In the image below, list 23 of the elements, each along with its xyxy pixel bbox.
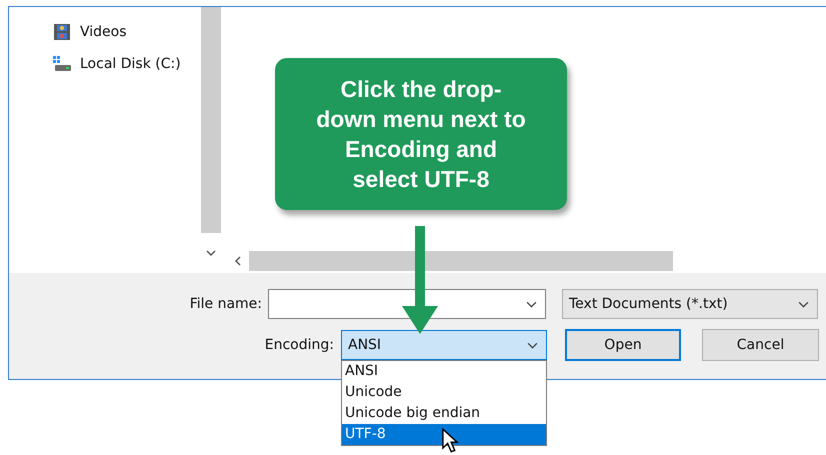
callout-text: Click the drop-down menu next to Encoding and select UTF-8	[315, 75, 527, 194]
encoding-option[interactable]: Unicode	[342, 382, 546, 403]
nav-item[interactable]: Local Disk (C:)	[53, 55, 201, 73]
dialog-button[interactable]: Cancel	[702, 329, 819, 361]
file-type-dropdown[interactable]: Text Documents (*.txt)	[562, 289, 818, 319]
chevron-down-icon	[798, 300, 809, 308]
film-icon	[53, 23, 71, 41]
scroll-down-icon[interactable]	[206, 250, 216, 256]
encoding-option[interactable]: ANSI	[342, 361, 546, 382]
nav-item[interactable]: Videos	[53, 23, 201, 41]
file-name-label: File name:	[188, 296, 262, 312]
encoding-label: Encoding:	[264, 337, 334, 353]
encoding-option[interactable]: UTF-8	[342, 424, 546, 445]
encoding-dropdown[interactable]: ANSI	[341, 330, 547, 360]
scrollbar-thumb[interactable]	[249, 251, 673, 271]
drive-icon	[53, 55, 71, 73]
file-name-field[interactable]	[268, 289, 546, 319]
chevron-down-icon	[527, 342, 538, 348]
scrollbar-track[interactable]	[201, 7, 221, 233]
scroll-left-icon[interactable]	[235, 256, 241, 266]
encoding-option[interactable]: Unicode big endian	[342, 403, 546, 424]
dialog-button[interactable]: Open	[565, 329, 681, 361]
chevron-down-icon	[526, 300, 537, 308]
